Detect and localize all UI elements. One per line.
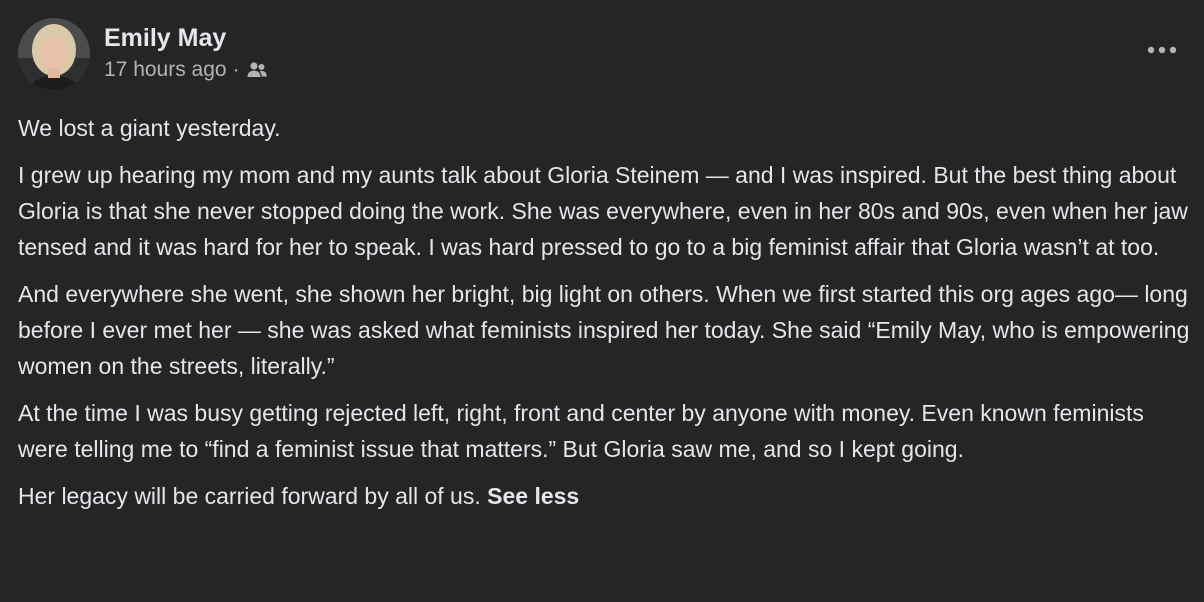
avatar[interactable] [18,18,90,90]
see-less-link[interactable]: See less [487,483,579,509]
post-card: Emily May 17 hours ago · We lost a giant… [0,0,1204,602]
post-paragraph: Her legacy will be carried forward by al… [18,483,481,509]
post-paragraph: We lost a giant yesterday. [18,115,281,141]
post-last-paragraph: Her legacy will be carried forward by al… [18,478,1198,514]
post-body: We lost a giant yesterday. I grew up hea… [18,110,1198,525]
post-subline: 17 hours ago · [104,57,268,83]
avatar-image [18,18,90,90]
more-options-button[interactable] [1142,34,1182,66]
friends-icon[interactable] [246,61,268,79]
post-timestamp[interactable]: 17 hours ago [104,57,227,83]
post-paragraph: At the time I was busy getting rejected … [18,400,1144,462]
author-name[interactable]: Emily May [104,23,268,53]
post-header: Emily May 17 hours ago · [18,18,268,90]
post-paragraph: I grew up hearing my mom and my aunts ta… [18,162,1188,260]
post-meta: Emily May 17 hours ago · [104,18,268,83]
separator-dot: · [232,58,240,81]
more-options-icon [1147,46,1177,54]
post-paragraph: And everywhere she went, she shown her b… [18,281,1190,379]
